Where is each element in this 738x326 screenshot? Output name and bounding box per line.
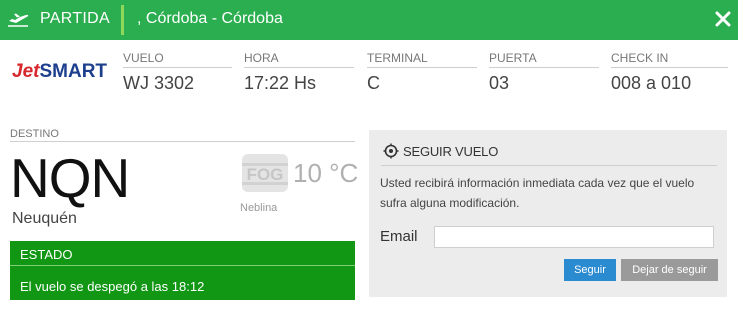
flight-number-value: WJ 3302 [123,73,195,93]
follow-description: Usted recibirá información inmediata cad… [380,176,695,210]
status-panel: ESTADO El vuelo se despegó a las 18:12 [10,241,355,300]
temperature-value: 10 °C [293,158,359,188]
destination-code: NQN [10,147,130,209]
time-label: HORA [244,50,354,68]
fog-weather-icon: FOG [242,154,288,192]
header-divider [121,5,124,35]
time-field: HORA 17:22 Hs [244,50,354,96]
destination-city: Neuquén [12,210,77,227]
follow-button[interactable]: Seguir [564,259,616,281]
unfollow-button[interactable]: Dejar de seguir [621,259,718,281]
flight-type-label: PARTIDA [40,10,110,27]
terminal-label: TERMINAL [367,50,477,68]
email-label: Email [380,228,418,245]
flight-number-field: VUELO WJ 3302 [123,50,232,96]
terminal-field: TERMINAL C [367,50,477,96]
follow-flight-title: SEGUIR VUELO [403,144,499,159]
gate-field: PUERTA 03 [489,50,599,96]
plane-departure-icon [8,13,29,27]
checkin-label: CHECK IN [611,50,728,68]
weather-description: Neblina [240,202,278,214]
gate-value: 03 [489,73,510,93]
checkin-value: 008 a 010 [611,73,692,93]
route-title: , Córdoba - Córdoba [137,10,283,27]
email-field[interactable] [434,226,714,248]
follow-flight-panel: SEGUIR VUELO Usted recibirá información … [369,130,727,297]
fog-icon-text: FOG [247,165,284,184]
close-icon[interactable] [713,9,733,29]
flight-number-label: VUELO [123,50,232,68]
checkin-field: CHECK IN 008 a 010 [611,50,728,96]
airline-logo: JetSMART [12,61,108,82]
terminal-value: C [367,73,380,93]
status-text: El vuelo se despegó a las 18:12 [20,279,205,294]
destination-label: DESTINO [10,128,355,142]
status-label: ESTADO [10,241,355,266]
target-icon [383,143,399,159]
flight-header: PARTIDA , Córdoba - Córdoba [0,0,738,40]
gate-label: PUERTA [489,50,599,68]
time-value: 17:22 Hs [244,73,317,93]
follow-flight-header: SEGUIR VUELO [381,142,717,166]
